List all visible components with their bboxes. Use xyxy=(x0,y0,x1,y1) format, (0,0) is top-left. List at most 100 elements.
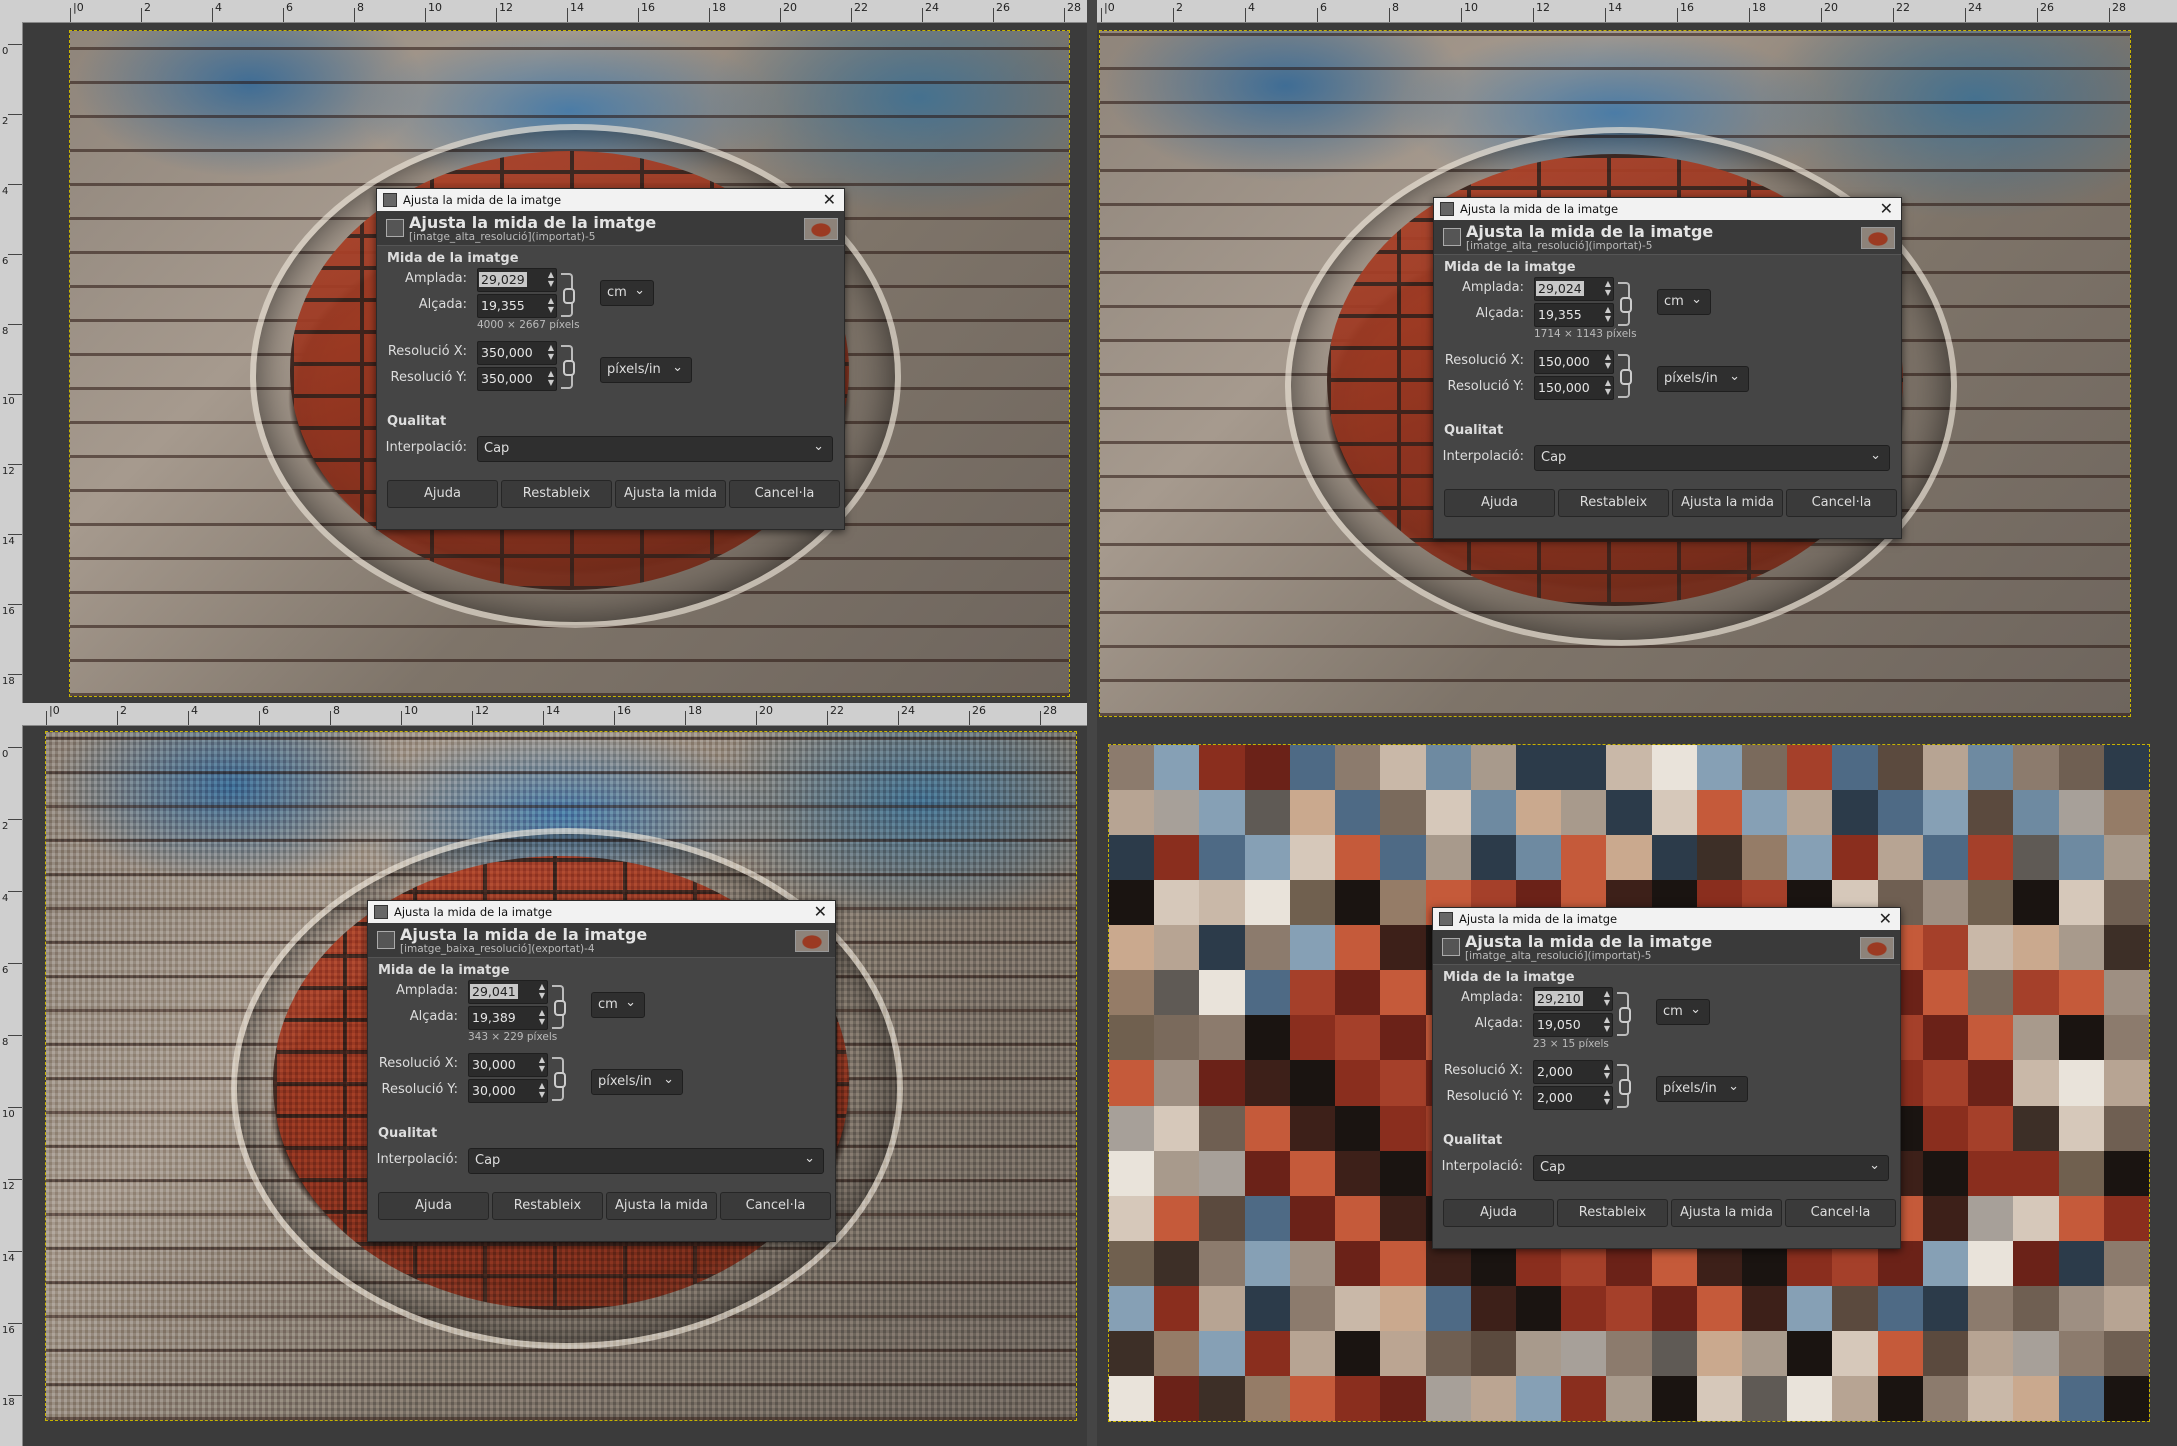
mosaic-pixel xyxy=(1787,1285,1833,1331)
size-unit-combo[interactable]: cm ⌄ xyxy=(1657,289,1711,315)
resolution-unit-combo[interactable]: píxels/in ⌄ xyxy=(600,357,692,383)
spin-arrows-icon[interactable]: ▲ ▼ xyxy=(548,343,554,361)
spin-arrows-icon[interactable]: ▲ ▼ xyxy=(539,1055,545,1073)
scale-button[interactable]: Ajusta la mida xyxy=(615,480,726,508)
dialog-titlebar[interactable]: Ajusta la mida de la imatge ✕ xyxy=(1433,908,1900,930)
mosaic-pixel xyxy=(2013,1105,2059,1151)
interpolation-combo[interactable]: Cap ⌄ xyxy=(1533,1155,1889,1181)
size-unit-combo[interactable]: cm ⌄ xyxy=(591,992,645,1018)
chain-link-icon[interactable] xyxy=(1617,992,1631,1036)
width-spinbutton[interactable]: 29,029 ▲ ▼ xyxy=(477,268,557,292)
resolution-unit-combo[interactable]: píxels/in ⌄ xyxy=(591,1069,683,1095)
height-spinbutton[interactable]: 19,355 ▲ ▼ xyxy=(477,294,557,318)
quality-section-title: Qualitat xyxy=(378,1126,438,1141)
resolution-y-spinbutton[interactable]: 30,000 ▲ ▼ xyxy=(468,1079,548,1103)
mosaic-pixel xyxy=(1470,1375,1516,1421)
chain-link-icon[interactable] xyxy=(1617,1064,1631,1108)
resolution-x-spinbutton[interactable]: 2,000 ▲ ▼ xyxy=(1533,1060,1613,1084)
horizontal-ruler[interactable]: |0 2 4 6 8 10 12 14 16 18 20 22 24 26 28 xyxy=(0,703,1087,726)
resolution-unit-combo[interactable]: píxels/in ⌄ xyxy=(1656,1076,1748,1102)
mosaic-pixel xyxy=(1199,1330,1245,1376)
resolution-y-spinbutton[interactable]: 350,000 ▲ ▼ xyxy=(477,367,557,391)
spin-arrows-icon[interactable]: ▲ ▼ xyxy=(1605,352,1611,370)
resolution-x-spinbutton[interactable]: 30,000 ▲ ▼ xyxy=(468,1053,548,1077)
mosaic-pixel xyxy=(1109,1330,1155,1376)
spin-arrows-icon[interactable]: ▲ ▼ xyxy=(539,982,545,1000)
help-button[interactable]: Ajuda xyxy=(378,1192,489,1220)
help-button[interactable]: Ajuda xyxy=(1444,489,1555,517)
help-button[interactable]: Ajuda xyxy=(387,480,498,508)
vertical-ruler[interactable]: 0 2 4 6 8 10 12 14 16 18 xyxy=(0,725,23,1446)
cancel-button[interactable]: Cancel·la xyxy=(1785,1199,1896,1227)
dialog-titlebar[interactable]: Ajusta la mida de la imatge ✕ xyxy=(377,189,844,211)
chain-link-icon[interactable] xyxy=(561,345,575,389)
horizontal-ruler[interactable]: |0 2 4 6 8 10 12 14 16 18 20 22 24 26 28 xyxy=(1097,0,2177,23)
size-unit-combo[interactable]: cm ⌄ xyxy=(600,280,654,306)
spin-arrows-icon[interactable]: ▲ ▼ xyxy=(1604,989,1610,1007)
scale-button[interactable]: Ajusta la mida xyxy=(1672,489,1783,517)
spin-arrows-icon[interactable]: ▲ ▼ xyxy=(1604,1015,1610,1033)
horizontal-ruler[interactable]: |0 2 4 6 8 10 12 14 16 18 20 22 24 26 28 xyxy=(0,0,1087,23)
mosaic-pixel xyxy=(1922,835,1969,881)
width-spinbutton[interactable]: 29,041 ▲ ▼ xyxy=(468,980,548,1004)
chain-link-icon[interactable] xyxy=(552,1057,566,1101)
ruler-tick xyxy=(709,8,710,22)
resolution-y-spinbutton[interactable]: 150,000 ▲ ▼ xyxy=(1534,376,1614,400)
spin-arrows-icon[interactable]: ▲ ▼ xyxy=(548,270,554,288)
height-spinbutton[interactable]: 19,355 ▲ ▼ xyxy=(1534,303,1614,327)
resolution-y-spinbutton[interactable]: 2,000 ▲ ▼ xyxy=(1533,1086,1613,1110)
dialog-titlebar[interactable]: Ajusta la mida de la imatge ✕ xyxy=(1434,198,1901,220)
scale-button[interactable]: Ajusta la mida xyxy=(1671,1199,1782,1227)
width-spinbutton[interactable]: 29,024 ▲ ▼ xyxy=(1534,277,1614,301)
reset-button[interactable]: Restableix xyxy=(492,1192,603,1220)
ruler-label: |0 xyxy=(73,1,84,14)
mosaic-pixel xyxy=(1289,970,1336,1016)
close-icon[interactable]: ✕ xyxy=(823,190,836,209)
ruler-label: 6 xyxy=(262,704,269,717)
resolution-x-spinbutton[interactable]: 350,000 ▲ ▼ xyxy=(477,341,557,365)
reset-button[interactable]: Restableix xyxy=(1558,489,1669,517)
cancel-button[interactable]: Cancel·la xyxy=(720,1192,831,1220)
spin-arrows-icon[interactable]: ▲ ▼ xyxy=(1604,1088,1610,1106)
close-icon[interactable]: ✕ xyxy=(1880,199,1893,218)
interpolation-value: Cap xyxy=(484,441,510,456)
spin-arrows-icon[interactable]: ▲ ▼ xyxy=(1605,305,1611,323)
vertical-ruler[interactable]: 0 2 4 6 8 10 12 14 16 18 xyxy=(0,22,23,703)
spin-arrows-icon[interactable]: ▲ ▼ xyxy=(539,1081,545,1099)
interpolation-combo[interactable]: Cap ⌄ xyxy=(477,436,833,462)
ruler-label: 2 xyxy=(144,1,151,14)
chevron-down-icon: ⌄ xyxy=(1870,448,1881,463)
cancel-button[interactable]: Cancel·la xyxy=(729,480,840,508)
chain-link-icon[interactable] xyxy=(552,985,566,1029)
mosaic-pixel xyxy=(1289,1105,1336,1151)
interpolation-combo[interactable]: Cap ⌄ xyxy=(1534,445,1890,471)
mosaic-pixel xyxy=(1832,1285,1878,1331)
spin-arrows-icon[interactable]: ▲ ▼ xyxy=(1605,378,1611,396)
spin-arrows-icon[interactable]: ▲ ▼ xyxy=(539,1008,545,1026)
height-spinbutton[interactable]: 19,050 ▲ ▼ xyxy=(1533,1013,1613,1037)
height-spinbutton[interactable]: 19,389 ▲ ▼ xyxy=(468,1006,548,1030)
dialog-titlebar[interactable]: Ajusta la mida de la imatge ✕ xyxy=(368,901,835,923)
image-thumbnail xyxy=(795,930,829,952)
scale-button[interactable]: Ajusta la mida xyxy=(606,1192,717,1220)
resolution-unit-combo[interactable]: píxels/in ⌄ xyxy=(1657,366,1749,392)
chain-link-icon[interactable] xyxy=(1618,282,1632,326)
ruler-label: 28 xyxy=(1067,1,1081,14)
spin-arrows-icon[interactable]: ▲ ▼ xyxy=(548,296,554,314)
reset-button[interactable]: Restableix xyxy=(1557,1199,1668,1227)
spin-arrows-icon[interactable]: ▲ ▼ xyxy=(548,369,554,387)
chain-link-icon[interactable] xyxy=(1618,354,1632,398)
resolution-x-spinbutton[interactable]: 150,000 ▲ ▼ xyxy=(1534,350,1614,374)
help-button[interactable]: Ajuda xyxy=(1443,1199,1554,1227)
close-icon[interactable]: ✕ xyxy=(814,902,827,921)
spin-arrows-icon[interactable]: ▲ ▼ xyxy=(1605,279,1611,297)
mosaic-pixel xyxy=(1968,1240,2014,1286)
spin-arrows-icon[interactable]: ▲ ▼ xyxy=(1604,1062,1610,1080)
close-icon[interactable]: ✕ xyxy=(1879,909,1892,928)
width-spinbutton[interactable]: 29,210 ▲ ▼ xyxy=(1533,987,1613,1011)
reset-button[interactable]: Restableix xyxy=(501,480,612,508)
size-unit-combo[interactable]: cm ⌄ xyxy=(1656,999,1710,1025)
interpolation-combo[interactable]: Cap ⌄ xyxy=(468,1148,824,1174)
chain-link-icon[interactable] xyxy=(561,273,575,317)
cancel-button[interactable]: Cancel·la xyxy=(1786,489,1897,517)
